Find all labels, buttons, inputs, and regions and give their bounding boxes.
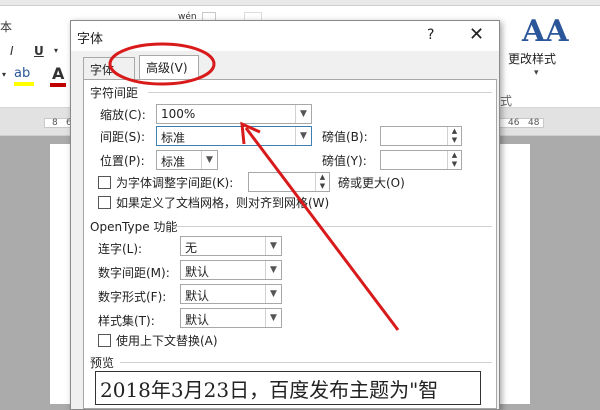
spacing-by-label: 磅值(B): xyxy=(322,130,368,144)
ribbon-top-strip xyxy=(0,0,600,6)
underline-dropdown-icon[interactable]: ▾ xyxy=(54,46,58,55)
snap-to-grid-checkbox[interactable] xyxy=(98,196,111,209)
ruler-number: 8 xyxy=(52,118,58,128)
stylistic-sets-combobox[interactable]: 默认 ▼ xyxy=(180,308,282,328)
scale-combobox[interactable]: 100% ▼ xyxy=(156,104,312,124)
stylistic-sets-label: 样式集(T): xyxy=(98,314,155,328)
section-character-spacing: 字符间距 xyxy=(90,86,139,100)
tab-font[interactable]: 字体(N) xyxy=(83,57,135,92)
spinner-arrows-icon[interactable]: ▲ ▼ xyxy=(447,127,461,145)
kerning-suffix: 磅或更大(O) xyxy=(338,176,405,190)
section-opentype: OpenType 功能 xyxy=(90,220,178,234)
preview-text: 2018年3月23日，百度发布主题为"智 xyxy=(100,378,439,402)
number-forms-label: 数字形式(F): xyxy=(98,290,167,304)
change-styles-icon[interactable]: AA xyxy=(522,14,569,49)
font-dialog: 字体 ? ✕ 字体(N) 高级(V) 字符间距 缩放(C): 100% ▼ 间距… xyxy=(70,20,500,410)
chevron-down-icon[interactable]: ▼ xyxy=(201,151,217,169)
font-color-icon[interactable]: A xyxy=(52,64,64,83)
spacing-value: 标准 xyxy=(161,131,186,145)
scale-label: 缩放(C): xyxy=(100,108,146,122)
section-divider xyxy=(148,92,492,93)
font-name-partial[interactable]: 本 xyxy=(0,18,12,35)
dialog-titlebar[interactable]: 字体 ? ✕ xyxy=(71,21,499,51)
number-forms-value: 默认 xyxy=(185,289,210,303)
stylistic-sets-value: 默认 xyxy=(185,313,210,327)
section-preview: 预览 xyxy=(90,356,115,370)
dropdown-icon[interactable]: ▾ xyxy=(2,70,6,79)
position-by-spinner[interactable]: ▲ ▼ xyxy=(380,150,462,170)
chevron-down-icon[interactable]: ▼ xyxy=(265,285,281,303)
number-spacing-combobox[interactable]: 默认 ▼ xyxy=(180,260,282,280)
underline-button[interactable]: U xyxy=(34,44,44,58)
position-combobox[interactable]: 标准 ▼ xyxy=(156,150,218,170)
spinner-arrows-icon[interactable]: ▲ ▼ xyxy=(315,173,329,191)
ruler-number: 48 xyxy=(528,118,540,128)
number-forms-combobox[interactable]: 默认 ▼ xyxy=(180,284,282,304)
spacing-combobox[interactable]: 标准 ▼ xyxy=(156,126,312,146)
dialog-title: 字体 xyxy=(77,32,104,47)
position-label: 位置(P): xyxy=(100,154,145,168)
scale-value: 100% xyxy=(161,107,196,121)
kerning-spinner[interactable]: ▲ ▼ xyxy=(248,172,330,192)
help-button[interactable]: ? xyxy=(427,27,434,43)
chevron-down-icon[interactable]: ▼ xyxy=(265,309,281,327)
number-spacing-value: 默认 xyxy=(185,265,210,279)
spinner-arrows-icon[interactable]: ▲ ▼ xyxy=(447,151,461,169)
advanced-panel: 字符间距 缩放(C): 100% ▼ 间距(S): 标准 ▼ 磅值(B): ▲ ▼… xyxy=(83,79,497,409)
kerning-label: 为字体调整字间距(K): xyxy=(116,176,234,190)
tab-advanced[interactable]: 高级(V) xyxy=(139,55,199,79)
italic-button[interactable]: I xyxy=(10,44,14,58)
ligatures-label: 连字(L): xyxy=(98,242,143,256)
highlight-icon[interactable]: ab xyxy=(14,66,30,81)
font-color-bar xyxy=(50,83,66,87)
contextual-alternates-checkbox[interactable] xyxy=(98,334,111,347)
ligatures-value: 无 xyxy=(185,241,198,255)
chevron-down-icon[interactable]: ▼ xyxy=(265,237,281,255)
close-button[interactable]: ✕ xyxy=(469,24,484,45)
chevron-down-icon[interactable]: ▼ xyxy=(295,127,311,145)
position-by-label: 磅值(Y): xyxy=(322,154,367,168)
highlight-color-bar xyxy=(14,82,34,86)
section-divider xyxy=(174,226,492,227)
section-divider xyxy=(120,362,492,363)
chevron-down-icon[interactable]: ▼ xyxy=(265,261,281,279)
change-styles-label[interactable]: 更改样式 xyxy=(508,50,556,67)
spacing-by-spinner[interactable]: ▲ ▼ xyxy=(380,126,462,146)
number-spacing-label: 数字间距(M): xyxy=(98,266,170,280)
chevron-down-icon[interactable]: ▼ xyxy=(295,105,311,123)
kerning-checkbox[interactable] xyxy=(98,176,111,189)
spacing-label: 间距(S): xyxy=(100,130,146,144)
change-styles-dropdown-icon[interactable]: ▾ xyxy=(534,68,539,78)
position-value: 标准 xyxy=(161,155,186,169)
ligatures-combobox[interactable]: 无 ▼ xyxy=(180,236,282,256)
contextual-alternates-label: 使用上下文替换(A) xyxy=(116,334,218,348)
snap-to-grid-label: 如果定义了文档网格，则对齐到网格(W) xyxy=(116,196,330,210)
ruler-number: 46 xyxy=(508,118,520,128)
